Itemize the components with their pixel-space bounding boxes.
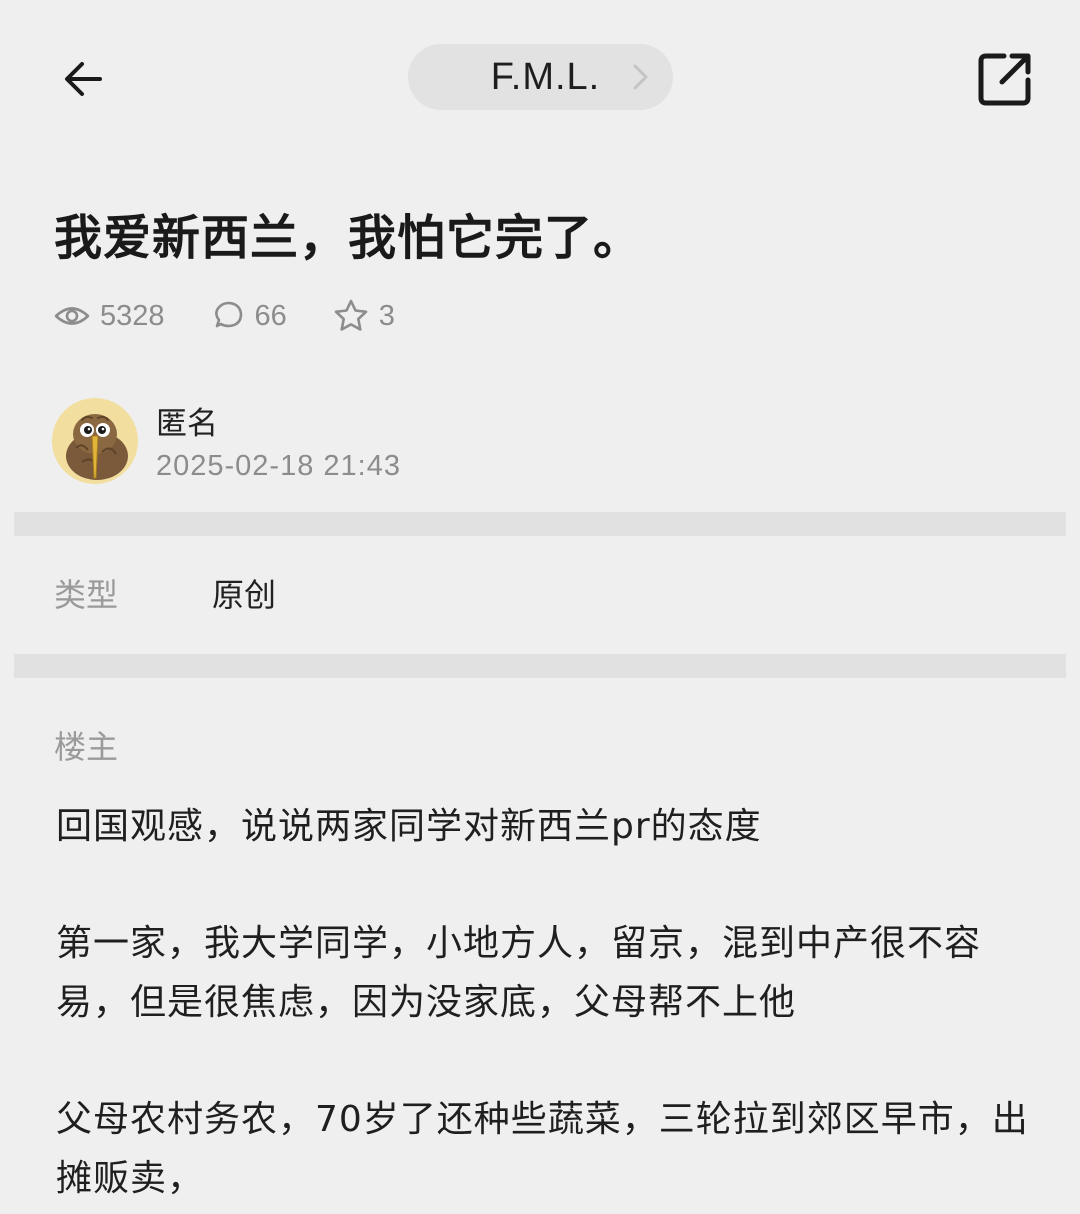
chat-bubble-icon <box>214 301 242 328</box>
post-type-label: 类型 <box>54 576 119 614</box>
share-button[interactable] <box>976 50 1034 108</box>
forum-selector[interactable]: F.M.L. <box>408 44 673 110</box>
post-paragraph: 父母农村务农，70岁了还种些蔬菜，三轮拉到郊区早市，出摊贩卖， <box>56 1099 1029 1199</box>
eye-icon <box>54 307 90 325</box>
kiwi-bird-avatar-icon <box>52 398 138 484</box>
post-detail-page: F.M.L. 我爱新西兰，我怕它完了。 5328 66 3 匿名 2025-02… <box>0 0 1080 1214</box>
comment-count[interactable]: 66 <box>211 299 287 333</box>
favorite-count-value: 3 <box>378 299 395 332</box>
post-type-value: 原创 <box>212 576 277 614</box>
back-button[interactable] <box>56 52 110 106</box>
post-stats: 5328 66 3 <box>54 294 441 338</box>
section-divider <box>14 654 1066 678</box>
forum-name: F.M.L. <box>490 55 601 98</box>
chevron-right-icon <box>633 64 648 90</box>
post-timestamp: 2025-02-18 21:43 <box>156 450 401 482</box>
section-divider <box>14 512 1066 536</box>
author-name[interactable]: 匿名 <box>156 398 218 443</box>
comment-count-value: 66 <box>254 299 287 332</box>
view-count: 5328 <box>54 298 165 334</box>
avatar[interactable] <box>52 398 138 484</box>
top-bar: F.M.L. <box>0 0 1080 150</box>
arrow-left-icon <box>65 62 102 96</box>
original-poster-label: 楼主 <box>54 728 119 766</box>
star-icon <box>334 299 368 331</box>
favorite-count[interactable]: 3 <box>333 298 395 334</box>
external-share-icon <box>978 53 1031 106</box>
post-paragraph: 回国观感，说说两家同学对新西兰pr的态度 <box>56 806 762 847</box>
post-paragraph: 第一家，我大学同学，小地方人，留京，混到中产很不容易，但是很焦虑，因为没家底，父… <box>56 923 982 1023</box>
post-title: 我爱新西兰，我怕它完了。 <box>54 210 643 266</box>
view-count-value: 5328 <box>100 299 165 332</box>
